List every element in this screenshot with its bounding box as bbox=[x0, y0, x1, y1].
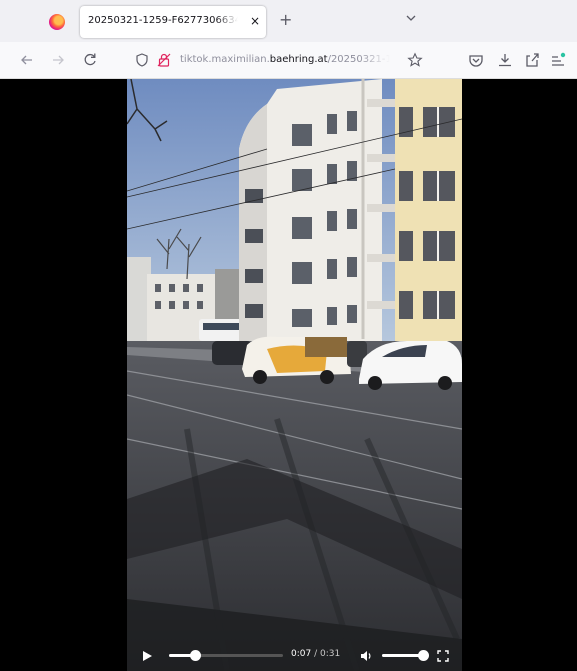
progress-thumb[interactable] bbox=[190, 650, 202, 661]
url-subdomain: tiktok.maximilian. bbox=[180, 54, 270, 65]
share-icon[interactable] bbox=[522, 50, 542, 70]
shield-icon[interactable] bbox=[134, 52, 150, 68]
video-controls: 0:07 / 0:31 bbox=[0, 639, 577, 671]
pocket-icon[interactable] bbox=[466, 50, 486, 70]
download-icon[interactable] bbox=[495, 50, 515, 70]
street-scene-image bbox=[127, 79, 462, 671]
time-display: 0:07 / 0:31 bbox=[291, 649, 340, 659]
chevron-down-icon[interactable] bbox=[405, 12, 417, 24]
tab-title: 20250321-1259-F627730663413941.mp4 bbox=[88, 15, 238, 26]
play-icon[interactable] bbox=[140, 649, 154, 663]
duration: 0:31 bbox=[319, 649, 341, 659]
tab-bar: 20250321-1259-F627730663413941.mp4 × + bbox=[0, 0, 577, 42]
url-path: /20250321-1259-F627730663413941.mp4 bbox=[327, 54, 390, 65]
forward-arrow-icon[interactable] bbox=[48, 50, 68, 70]
url-domain: baehring.at bbox=[269, 54, 328, 65]
volume-thumb[interactable] bbox=[418, 650, 429, 661]
lock-icon[interactable] bbox=[156, 52, 172, 68]
firefox-logo-icon[interactable] bbox=[49, 14, 65, 30]
url-text[interactable]: tiktok.maximilian.baehring.at/20250321-1… bbox=[180, 54, 390, 65]
progress-bar[interactable] bbox=[169, 650, 283, 661]
video-frame[interactable] bbox=[127, 79, 462, 671]
url-bar[interactable]: tiktok.maximilian.baehring.at/20250321-1… bbox=[122, 47, 438, 73]
fullscreen-icon[interactable] bbox=[436, 649, 450, 663]
video-player: 0:07 / 0:31 bbox=[0, 79, 577, 671]
star-icon[interactable] bbox=[407, 52, 423, 68]
active-tab[interactable]: 20250321-1259-F627730663413941.mp4 × bbox=[80, 6, 266, 38]
back-arrow-icon[interactable] bbox=[17, 50, 37, 70]
current-time: 0:07 bbox=[291, 649, 312, 659]
volume-slider[interactable] bbox=[382, 650, 429, 661]
volume-icon[interactable] bbox=[359, 649, 373, 663]
extensions-icon[interactable] bbox=[548, 50, 568, 70]
navigation-toolbar: tiktok.maximilian.baehring.at/20250321-1… bbox=[0, 42, 577, 79]
reload-icon[interactable] bbox=[80, 50, 100, 70]
close-icon[interactable]: × bbox=[250, 13, 260, 29]
time-separator: / bbox=[311, 649, 320, 659]
new-tab-button[interactable]: + bbox=[279, 10, 292, 30]
